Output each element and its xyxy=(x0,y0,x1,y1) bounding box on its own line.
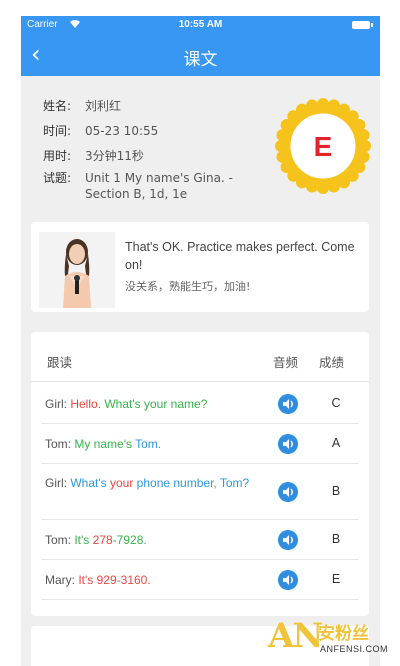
info-value: Unit 1 My name's Gina. - Section B, 1d, … xyxy=(85,171,233,201)
info-row-time: 时间: 05-23 10:55 xyxy=(43,123,265,139)
table-header: 跟读 音频 成绩 xyxy=(31,332,369,382)
sentence-part: Tom? xyxy=(219,476,250,490)
speaker-label: Mary: xyxy=(45,573,79,587)
row-sentence: Girl: Hello. What's your name? xyxy=(45,395,255,413)
site-watermark: AN 安粉丝 ANFENSI.COM xyxy=(268,614,400,666)
speaker-icon[interactable] xyxy=(277,393,299,415)
info-label: 用时: xyxy=(43,149,72,163)
table-row: Girl: Hello. What's your name? C xyxy=(41,384,359,424)
page-title: 课文 xyxy=(183,50,218,70)
speaker-label: Tom: xyxy=(45,437,75,451)
row-grade: A xyxy=(331,436,341,450)
header-score: 成绩 xyxy=(319,355,345,370)
row-grade: B xyxy=(331,484,341,498)
info-row-duration: 用时: 3分钟11秒 xyxy=(43,148,265,164)
header-read-along: 跟读 xyxy=(47,355,73,370)
speaker-icon[interactable] xyxy=(277,433,299,455)
info-label: 试题: xyxy=(43,171,72,185)
info-value: 3分钟11秒 xyxy=(85,149,144,163)
row-grade: C xyxy=(331,396,341,410)
speaker-icon[interactable] xyxy=(277,481,299,503)
speaker-icon[interactable] xyxy=(277,569,299,591)
teacher-avatar xyxy=(39,232,115,308)
sentence-part: It's xyxy=(74,533,93,547)
encouragement-text-cn: 没关系，熟能生巧，加油! xyxy=(125,280,251,293)
sentence-part: -7928. xyxy=(112,533,147,547)
header-audio: 音频 xyxy=(273,355,299,370)
row-sentence: Tom: It's 278-7928. xyxy=(45,531,255,549)
info-value: 刘利红 xyxy=(85,99,122,113)
sentence-part: Hello. xyxy=(70,397,105,411)
gold-seal-icon: E xyxy=(275,98,371,194)
info-label: 姓名: xyxy=(43,99,72,113)
info-row-question: 试题: Unit 1 My name's Gina. - Section B, 1… xyxy=(43,170,265,202)
encouragement-text-en: That's OK. Practice makes perfect. Come … xyxy=(125,240,355,272)
sentence-part: It's 929-3160. xyxy=(78,573,151,587)
info-row-name: 姓名: 刘利红 xyxy=(43,98,265,114)
sentence-part: 278 xyxy=(92,533,113,547)
speaker-label: Girl: xyxy=(45,476,71,490)
watermark-en: ANFENSI.COM xyxy=(320,644,389,654)
table-row: Tom: It's 278-7928. B xyxy=(41,520,359,560)
speaker-icon[interactable] xyxy=(277,529,299,551)
table-row: Mary: It's 929-3160. E xyxy=(41,560,359,600)
row-sentence: Mary: It's 929-3160. xyxy=(45,571,255,589)
phone-screen: Carrier 10:55 AM ‹ 课文 姓名: 刘利红 时间: 05-23 10… xyxy=(21,16,380,666)
status-bar: Carrier 10:55 AM xyxy=(21,16,380,34)
grade-letter: E xyxy=(314,131,333,162)
watermark-cn: 安粉丝 xyxy=(318,624,369,644)
grade-badge: E xyxy=(273,96,373,196)
status-time: 10:55 AM xyxy=(178,19,223,30)
speaker-label: Girl: xyxy=(45,397,71,411)
speaker-label: Tom: xyxy=(45,533,75,547)
encouragement-card: That's OK. Practice makes perfect. Come … xyxy=(31,222,369,312)
sentence-part: Tom. xyxy=(135,437,162,451)
table-row: Girl: What's your phone number, Tom? B xyxy=(41,464,359,520)
sentence-part: your xyxy=(109,476,137,490)
row-sentence: Girl: What's your phone number, Tom? xyxy=(45,474,255,492)
row-grade: E xyxy=(331,572,341,586)
info-value: 05-23 10:55 xyxy=(85,124,159,138)
nav-bar: ‹ 课文 xyxy=(21,34,380,76)
row-grade: B xyxy=(331,532,341,546)
reading-results-table: 跟读 音频 成绩 Girl: Hello. What's your name? C… xyxy=(31,332,369,616)
sentence-part: My name's xyxy=(74,437,136,451)
row-sentence: Tom: My name's Tom. xyxy=(45,435,255,453)
watermark-logo: AN xyxy=(268,616,323,656)
sentence-part: phone number, xyxy=(136,476,220,490)
sentence-part: What's xyxy=(70,476,110,490)
info-label: 时间: xyxy=(43,124,72,138)
table-row: Tom: My name's Tom. A xyxy=(41,424,359,464)
battery-icon xyxy=(352,21,373,29)
sentence-part: What's your name? xyxy=(104,397,208,411)
